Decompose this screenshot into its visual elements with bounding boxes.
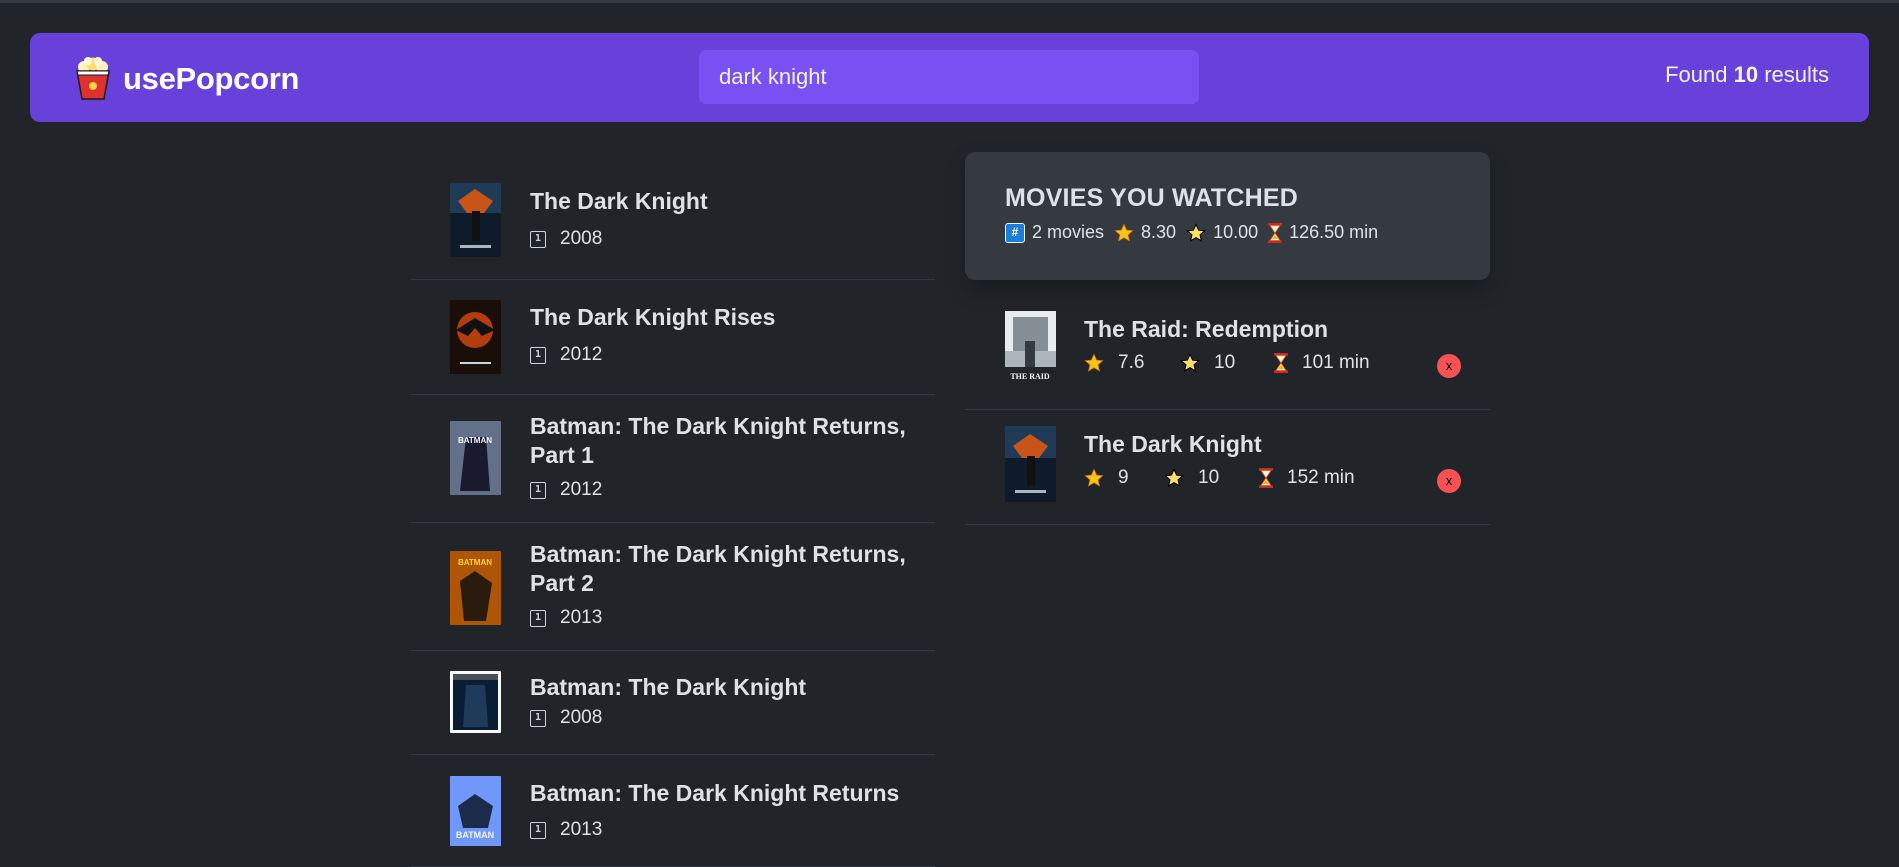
- movie-year: 1 2012: [530, 344, 602, 366]
- movie-poster: [450, 671, 501, 733]
- results-number: 10: [1733, 62, 1759, 87]
- nav-bar: usePopcorn Found 10 results: [30, 33, 1869, 122]
- logo: usePopcorn: [73, 57, 299, 101]
- movie-year-value: 2008: [560, 228, 603, 249]
- star-icon: [1114, 223, 1134, 242]
- app-name: usePopcorn: [123, 61, 300, 96]
- imdb-rating: 9: [1084, 467, 1164, 489]
- movie-poster: BATMAN: [450, 776, 501, 846]
- stat-count-value: 2 movies: [1032, 222, 1105, 242]
- movie-list-item[interactable]: The Dark Knight 1 2008: [411, 152, 935, 280]
- popcorn-icon: [76, 57, 110, 100]
- hourglass-icon: [1259, 468, 1273, 488]
- runtime: 152 min: [1259, 467, 1355, 489]
- calendar-icon: 1: [530, 481, 546, 499]
- watched-stats: 9 10 152 min: [1084, 467, 1355, 489]
- svg-text:BATMAN: BATMAN: [456, 830, 494, 840]
- star-icon: [1180, 353, 1200, 372]
- movie-list-item[interactable]: BATMAN Batman: The Dark Knight Returns, …: [411, 395, 935, 523]
- movie-year: 1 2008: [530, 228, 602, 250]
- movie-year-value: 2013: [560, 819, 603, 840]
- runtime-value: 101 min: [1302, 352, 1370, 373]
- imdb-value: 7.6: [1118, 352, 1145, 373]
- runtime-value: 152 min: [1287, 467, 1355, 488]
- stat-avg-user: 10.00: [1186, 222, 1258, 243]
- movie-poster: BATMAN: [450, 551, 501, 625]
- movie-year: 1 2013: [530, 819, 602, 841]
- movie-year-value: 2008: [560, 707, 603, 728]
- movie-poster: [1005, 426, 1056, 502]
- watched-list: THE RAID The Raid: Redemption 7.6 10 101…: [965, 295, 1490, 525]
- imdb-value: 9: [1118, 467, 1129, 488]
- calendar-icon: 1: [530, 709, 546, 727]
- calendar-icon: 1: [530, 609, 546, 627]
- svg-text:BATMAN: BATMAN: [458, 558, 492, 567]
- star-icon: [1186, 222, 1206, 242]
- movie-poster: [450, 300, 501, 374]
- stat-user-value: 10.00: [1213, 222, 1259, 242]
- watched-stats: 7.6 10 101 min: [1084, 352, 1370, 374]
- hourglass-icon: [1268, 222, 1283, 243]
- movie-title: Batman: The Dark Knight Returns: [530, 780, 900, 806]
- summary-stats: # 2 movies 8.30 10.00 126.50 min: [1005, 222, 1388, 243]
- watched-title: The Dark Knight: [1084, 431, 1262, 457]
- user-rating-value: 10: [1214, 352, 1236, 373]
- stat-runtime-value: 126.50 min: [1289, 222, 1379, 242]
- movie-poster: [450, 183, 501, 257]
- calendar-icon: 1: [530, 346, 546, 364]
- star-icon: [1164, 468, 1184, 487]
- window-top-border: [0, 0, 1899, 3]
- movie-poster: BATMAN: [450, 421, 501, 495]
- svg-text:BATMAN: BATMAN: [458, 436, 492, 445]
- runtime: 101 min: [1274, 352, 1370, 374]
- calendar-icon: 1: [530, 821, 546, 839]
- search-results-list[interactable]: The Dark Knight 1 2008 The Dark Knight R…: [411, 152, 935, 867]
- movie-year: 1 2012: [530, 479, 602, 501]
- delete-watched-button[interactable]: x: [1437, 354, 1461, 378]
- delete-watched-button[interactable]: x: [1437, 469, 1461, 493]
- summary-heading: Movies you watched: [1005, 184, 1298, 212]
- imdb-rating: 7.6: [1084, 352, 1180, 374]
- user-rating: 10: [1164, 467, 1259, 489]
- watched-title: The Raid: Redemption: [1084, 316, 1329, 342]
- movie-list-item[interactable]: Batman: The Dark Knight 1 2008: [411, 651, 935, 755]
- watched-list-item: The Dark Knight 9 10 152 min x: [965, 410, 1490, 525]
- movie-title: The Dark Knight Rises: [530, 304, 776, 330]
- stat-imdb-value: 8.30: [1141, 222, 1177, 242]
- stat-avg-runtime: 126.50 min: [1268, 222, 1378, 243]
- movie-title: Batman: The Dark Knight: [530, 674, 807, 700]
- movie-list-item[interactable]: BATMAN Batman: The Dark Knight Returns, …: [411, 523, 935, 651]
- watched-list-item: THE RAID The Raid: Redemption 7.6 10 101…: [965, 295, 1490, 410]
- results-prefix: Found: [1665, 62, 1728, 87]
- results-count: Found 10 results: [1665, 62, 1829, 88]
- stat-avg-imdb: 8.30: [1114, 222, 1176, 243]
- hourglass-icon: [1274, 353, 1288, 373]
- calendar-icon: 1: [530, 230, 546, 248]
- movie-year: 1 2008: [530, 707, 602, 729]
- svg-text:THE RAID: THE RAID: [1010, 372, 1050, 381]
- results-suffix: results: [1764, 62, 1829, 87]
- movie-year-value: 2012: [560, 344, 603, 365]
- user-rating-value: 10: [1198, 467, 1220, 488]
- watched-summary: Movies you watched # 2 movies 8.30 10.00: [965, 152, 1490, 280]
- user-rating: 10: [1180, 352, 1274, 374]
- movie-list-item[interactable]: The Dark Knight Rises 1 2012: [411, 280, 935, 395]
- movie-title: Batman: The Dark Knight Returns, Part 1: [530, 413, 906, 468]
- search-input[interactable]: [699, 50, 1199, 104]
- movie-year-value: 2012: [560, 479, 603, 500]
- hash-icon: #: [1005, 222, 1025, 243]
- star-icon: [1084, 353, 1104, 372]
- stat-movie-count: # 2 movies: [1005, 222, 1104, 243]
- movie-title: The Dark Knight: [530, 188, 708, 214]
- movie-year-value: 2013: [560, 607, 603, 628]
- movie-poster: THE RAID: [1005, 311, 1056, 387]
- movie-title: Batman: The Dark Knight Returns, Part 2: [530, 541, 906, 596]
- star-icon: [1084, 468, 1104, 487]
- movie-list-item[interactable]: BATMAN Batman: The Dark Knight Returns 1…: [411, 755, 935, 867]
- movie-year: 1 2013: [530, 607, 602, 629]
